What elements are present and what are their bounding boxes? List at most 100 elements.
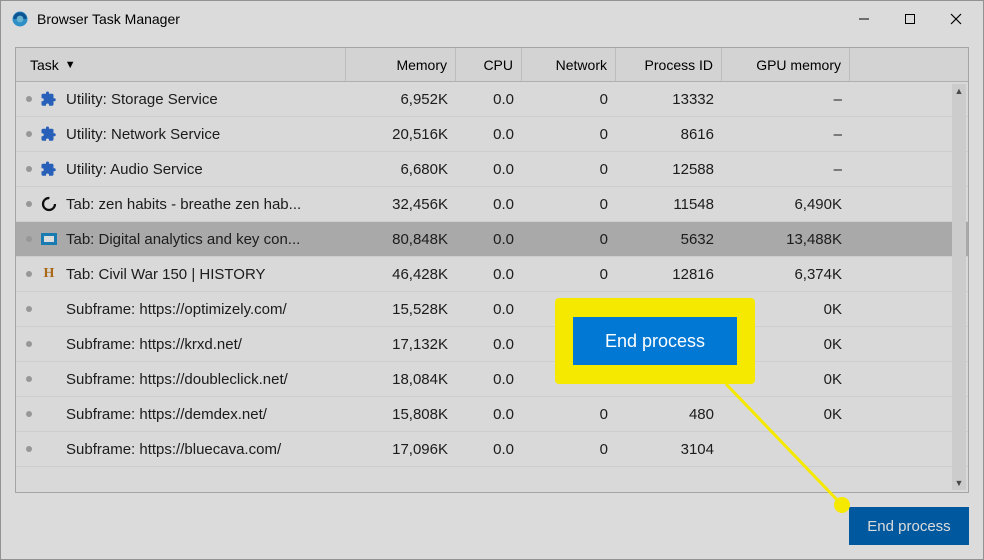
table-row[interactable]: Utility: Audio Service6,680K0.0012588– [16,152,968,187]
column-task[interactable]: Task ▼ [16,48,346,81]
task-name: Subframe: https://krxd.net/ [66,336,338,353]
cell-cpu: 0.0 [456,406,522,423]
cell-memory: 6,952K [346,91,456,108]
cell-memory: 15,528K [346,301,456,318]
column-scroll-gutter [850,48,868,81]
cell-task: HTab: Civil War 150 | HISTORY [16,265,346,283]
table-row[interactable]: Subframe: https://optimizely.com/15,528K… [16,292,968,327]
task-manager-window: Browser Task Manager Task ▼ Memory CPU N… [0,0,984,560]
table-row[interactable]: Subframe: https://bluecava.com/17,096K0.… [16,432,968,467]
vertical-scrollbar[interactable]: ▲ ▼ [952,84,966,490]
row-bullet-icon [26,271,32,277]
cell-memory: 20,516K [346,126,456,143]
table-header: Task ▼ Memory CPU Network Process ID GPU… [16,48,968,82]
cell-cpu: 0.0 [456,371,522,388]
table-row[interactable]: HTab: Civil War 150 | HISTORY46,428K0.00… [16,257,968,292]
row-bullet-icon [26,341,32,347]
cell-cpu: 0.0 [456,161,522,178]
minimize-button[interactable] [841,3,887,35]
row-bullet-icon [26,411,32,417]
minimize-icon [858,13,870,25]
callout-dot-icon [834,497,850,513]
cell-task: Subframe: https://bluecava.com/ [16,440,346,458]
close-icon [950,13,962,25]
cell-task: Subframe: https://optimizely.com/ [16,300,346,318]
cell-network: 0 [522,231,616,248]
table-row[interactable]: Subframe: https://doubleclick.net/18,084… [16,362,968,397]
cell-task: Subframe: https://doubleclick.net/ [16,370,346,388]
callout-label: End process [605,331,705,352]
cell-cpu: 0.0 [456,126,522,143]
row-bullet-icon [26,236,32,242]
cell-memory: 17,132K [346,336,456,353]
task-name: Utility: Storage Service [66,91,338,108]
cell-network: 0 [522,196,616,213]
task-name: Utility: Audio Service [66,161,338,178]
extension-icon [40,160,58,178]
cell-pid: 480 [616,406,722,423]
cell-memory: 46,428K [346,266,456,283]
row-bullet-icon [26,96,32,102]
cell-task: Utility: Network Service [16,125,346,143]
cell-pid: 13332 [616,91,722,108]
maximize-button[interactable] [887,3,933,35]
cell-cpu: 0.0 [456,301,522,318]
column-task-label: Task [30,57,59,73]
column-pid[interactable]: Process ID [616,48,722,81]
close-button[interactable] [933,3,979,35]
task-name: Tab: zen habits - breathe zen hab... [66,196,338,213]
column-cpu-label: CPU [483,57,513,73]
cell-network: 0 [522,161,616,178]
task-name: Subframe: https://optimizely.com/ [66,301,338,318]
tab-favicon-icon [41,233,57,245]
column-gpu-label: GPU memory [756,57,841,73]
cell-network: 0 [522,441,616,458]
scroll-up-icon[interactable]: ▲ [952,84,966,98]
column-network-label: Network [556,57,607,73]
cell-memory: 17,096K [346,441,456,458]
extension-icon [40,125,58,143]
cell-memory: 18,084K [346,371,456,388]
table-row[interactable]: Subframe: https://demdex.net/15,808K0.00… [16,397,968,432]
cell-gpu: 6,490K [722,196,850,213]
cell-task: Subframe: https://krxd.net/ [16,335,346,353]
titlebar: Browser Task Manager [1,1,983,37]
task-name: Subframe: https://demdex.net/ [66,406,338,423]
cell-task: Utility: Audio Service [16,160,346,178]
cell-network: 0 [522,126,616,143]
task-name: Tab: Digital analytics and key con... [66,231,338,248]
cell-gpu: – [722,126,850,143]
end-process-button[interactable]: End process [849,507,969,545]
cell-pid: 12816 [616,266,722,283]
row-bullet-icon [26,446,32,452]
column-memory-label: Memory [396,57,447,73]
scroll-down-icon[interactable]: ▼ [952,476,966,490]
cell-gpu: 6,374K [722,266,850,283]
loading-icon [40,195,58,213]
cell-cpu: 0.0 [456,231,522,248]
table-row[interactable]: Tab: Digital analytics and key con...80,… [16,222,968,257]
cell-task: Utility: Storage Service [16,90,346,108]
cell-gpu: 13,488K [722,231,850,248]
task-name: Utility: Network Service [66,126,338,143]
maximize-icon [904,13,916,25]
column-memory[interactable]: Memory [346,48,456,81]
table-row[interactable]: Utility: Storage Service6,952K0.0013332– [16,82,968,117]
cell-gpu: 0K [722,406,850,423]
task-table: Task ▼ Memory CPU Network Process ID GPU… [15,47,969,493]
table-row[interactable]: Tab: zen habits - breathe zen hab... 32,4… [16,187,968,222]
cell-memory: 6,680K [346,161,456,178]
column-cpu[interactable]: CPU [456,48,522,81]
callout-end-process: End process [555,298,755,384]
edge-browser-icon [11,10,29,28]
window-controls [841,3,979,35]
callout-button-highlight: End process [573,317,737,365]
cell-memory: 32,456K [346,196,456,213]
cell-network: 0 [522,266,616,283]
column-network[interactable]: Network [522,48,616,81]
column-gpu[interactable]: GPU memory [722,48,850,81]
column-pid-label: Process ID [645,57,713,73]
table-row[interactable]: Utility: Network Service20,516K0.008616– [16,117,968,152]
table-row[interactable]: Subframe: https://krxd.net/17,132K0.00K [16,327,968,362]
sort-indicator-icon: ▼ [65,59,76,71]
